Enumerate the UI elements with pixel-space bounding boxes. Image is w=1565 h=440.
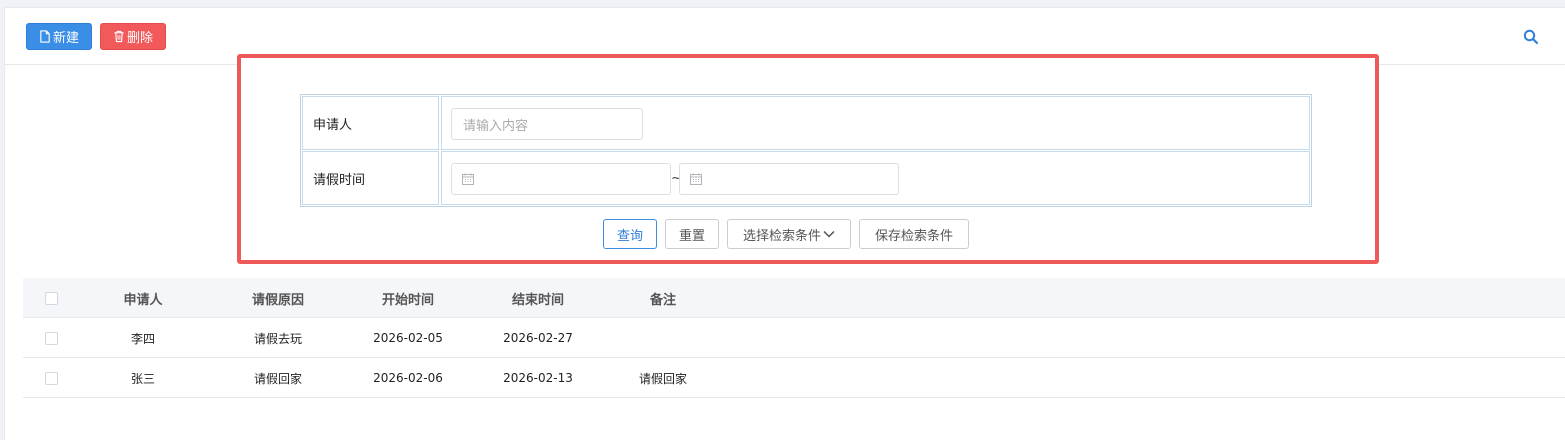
delete-button-label: 删除 (126, 31, 153, 46)
column-header[interactable]: 申请人 (103, 278, 183, 318)
note-cell: 请假回家 (638, 371, 687, 386)
main-panel: 新建 删除 申请人 请输入内容 请假时间 ~ 查询 重置 选择检索条件 保存检索… (4, 7, 1565, 440)
column-header[interactable]: 请假原因 (233, 278, 323, 318)
end-date-input[interactable] (679, 163, 899, 195)
applicant-cell: 李四 (130, 331, 155, 346)
reset-button[interactable]: 重置 (665, 219, 719, 249)
save-conditions-button[interactable]: 保存检索条件 (859, 219, 969, 249)
leave-table: 申请人 请假原因 开始时间 结束时间 备注 李四 请假去玩 2026-02-05… (23, 278, 1565, 398)
end-date-cell: 2026-02-13 (503, 371, 573, 385)
trash-icon (114, 30, 124, 43)
row-select-cell (41, 318, 61, 358)
start-date-input[interactable] (451, 163, 671, 195)
leave-time-field-cell: ~ (441, 151, 1310, 205)
start-date-cell: 2026-02-06 (373, 371, 443, 385)
note-cell (623, 318, 703, 358)
applicant-field-cell: 请输入内容 (441, 96, 1310, 150)
applicant-input[interactable]: 请输入内容 (451, 108, 643, 140)
calendar-icon (690, 173, 702, 185)
select-conditions-label: 选择检索条件 (742, 228, 821, 244)
row-checkbox[interactable] (44, 371, 58, 385)
select-conditions-button[interactable]: 选择检索条件 (727, 219, 851, 249)
search-icon[interactable] (1523, 29, 1539, 45)
query-button[interactable]: 查询 (603, 219, 657, 249)
end-date-cell: 2026-02-27 (503, 331, 573, 345)
applicant-label: 申请人 (302, 96, 439, 150)
search-form-table: 申请人 请输入内容 请假时间 ~ (300, 94, 1312, 207)
calendar-icon (462, 173, 474, 185)
reason-cell: 请假去玩 (253, 331, 302, 346)
delete-button[interactable]: 删除 (100, 23, 166, 50)
new-button-label: 新建 (52, 31, 79, 46)
reason-cell: 请假回家 (253, 371, 302, 386)
table-row[interactable]: 张三 请假回家 2026-02-06 2026-02-13 请假回家 (23, 358, 1565, 398)
table-row[interactable]: 李四 请假去玩 2026-02-05 2026-02-27 (23, 318, 1565, 358)
file-icon (40, 30, 50, 43)
column-header[interactable]: 开始时间 (363, 278, 453, 318)
row-checkbox[interactable] (44, 331, 58, 345)
select-all-checkbox[interactable] (44, 291, 58, 305)
column-header[interactable]: 备注 (623, 278, 703, 318)
search-form-panel: 申请人 请输入内容 请假时间 ~ 查询 重置 选择检索条件 保存检索条件 (237, 54, 1379, 264)
applicant-row: 申请人 请输入内容 (301, 96, 1311, 150)
leave-time-label: 请假时间 (302, 151, 439, 205)
new-button[interactable]: 新建 (26, 23, 92, 50)
select-all-cell (41, 278, 61, 318)
search-actions: 查询 重置 选择检索条件 保存检索条件 (603, 219, 969, 249)
column-header[interactable]: 结束时间 (493, 278, 583, 318)
leave-time-row: 请假时间 ~ (301, 151, 1311, 205)
row-select-cell (41, 358, 61, 398)
applicant-cell: 张三 (130, 371, 155, 386)
start-date-cell: 2026-02-05 (373, 331, 443, 345)
table-header: 申请人 请假原因 开始时间 结束时间 备注 (23, 278, 1565, 318)
chevron-down-icon (823, 230, 835, 238)
